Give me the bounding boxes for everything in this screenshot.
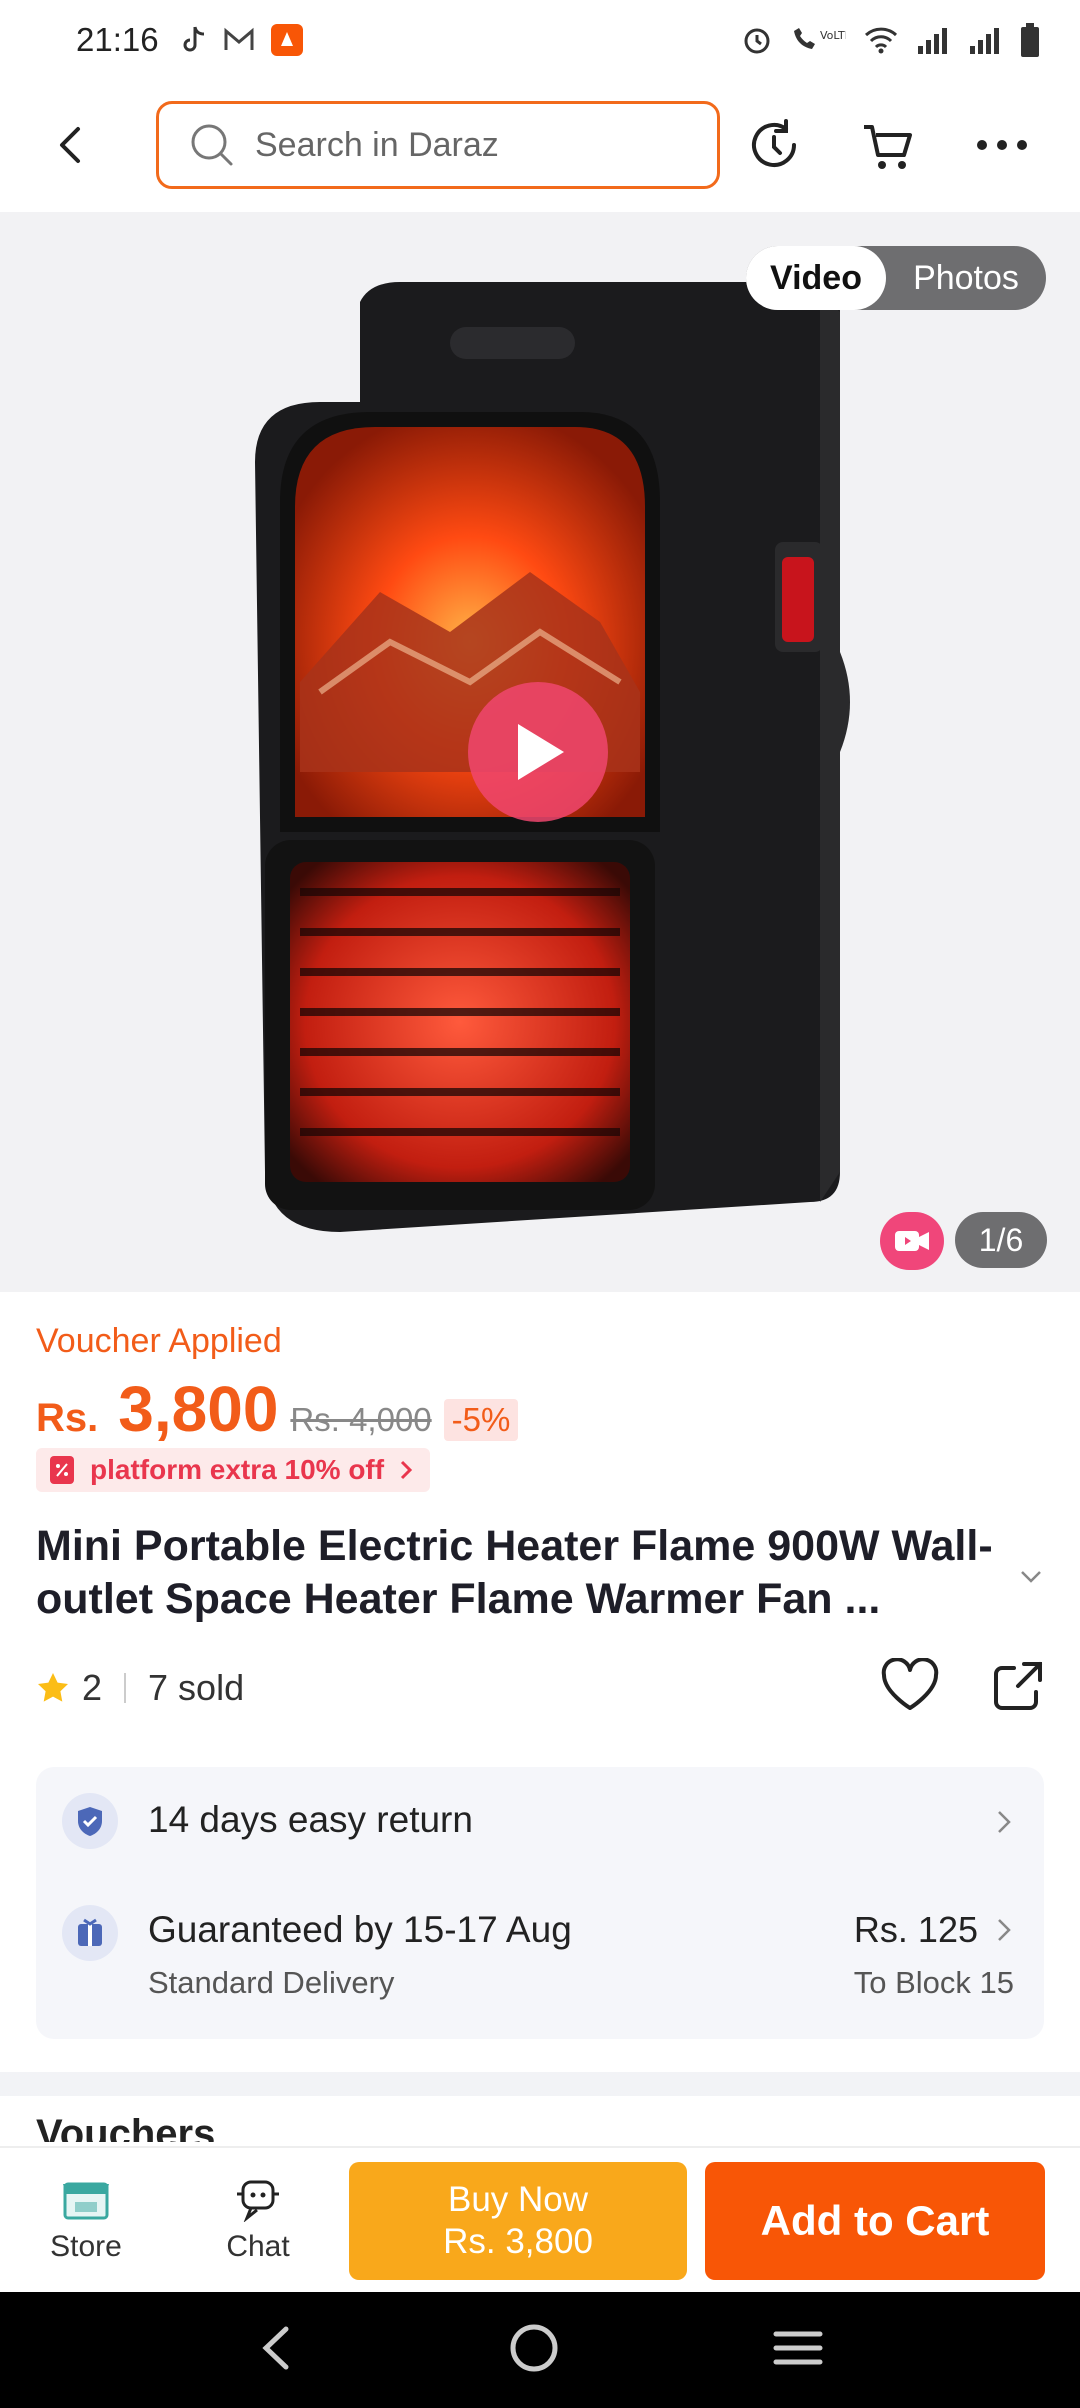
tiktok-icon	[181, 25, 207, 55]
delivery-fee: Rs. 125	[853, 1909, 978, 1950]
platform-promo-tag[interactable]: platform extra 10% off	[36, 1448, 431, 1492]
status-bar: 21:16 VoLTE	[0, 0, 1080, 80]
cart-button[interactable]	[856, 113, 920, 177]
gmail-icon	[223, 27, 255, 53]
price-row: Rs. 3,800 Rs. 4,000 -5%	[36, 1372, 519, 1446]
buy-now-button[interactable]: Buy Now Rs. 3,800	[349, 2162, 687, 2280]
back-arrow-icon	[60, 127, 80, 163]
chat-icon	[237, 2180, 279, 2222]
rating-value[interactable]: 2	[82, 1667, 102, 1709]
share-button[interactable]	[990, 1658, 1046, 1719]
daraz-app-icon	[270, 24, 303, 56]
search-icon	[191, 124, 233, 166]
home-icon	[510, 2324, 558, 2371]
add-to-cart-button[interactable]: Add to Cart	[705, 2162, 1045, 2280]
section-divider	[0, 2072, 1080, 2096]
service-card: 14 days easy return Guaranteed by 15-17 …	[36, 1767, 1044, 2039]
chevron-down-icon	[1021, 1571, 1041, 1583]
buy-now-price: Rs. 3,800	[443, 2222, 593, 2261]
store-button[interactable]: Store	[0, 2176, 172, 2264]
chevron-right-icon	[401, 1460, 413, 1480]
back-icon	[262, 2326, 289, 2369]
vouchers-section-title: Vouchers	[36, 2112, 216, 2142]
battery-icon	[1020, 23, 1040, 57]
product-gallery[interactable]: Video Photos 1/6	[0, 212, 1080, 1292]
product-title: Mini Portable Electric Heater Flame 900W…	[36, 1522, 993, 1623]
call-volte-icon: VoLTE	[790, 25, 846, 55]
play-icon	[518, 724, 564, 780]
video-camera-icon	[895, 1231, 929, 1251]
delivery-type: Standard Delivery	[148, 1965, 395, 2000]
play-video-button[interactable]	[468, 682, 608, 822]
heart-icon	[881, 1656, 939, 1710]
delivery-row[interactable]: Guaranteed by 15-17 Aug Standard Deliver…	[36, 1905, 1044, 2001]
rating-row: 2 7 sold	[36, 1656, 1046, 1720]
share-icon	[994, 1661, 1042, 1710]
wifi-icon	[864, 26, 898, 54]
tab-video[interactable]: Video	[746, 246, 886, 310]
top-nav	[0, 80, 1080, 210]
original-price: Rs. 4,000	[290, 1401, 432, 1438]
chat-label: Chat	[226, 2230, 290, 2263]
bottom-action-bar: Store Chat Buy Now Rs. 3,800 Add to Cart	[0, 2146, 1080, 2292]
search-input[interactable]	[255, 125, 675, 165]
search-box[interactable]	[156, 101, 720, 189]
system-recents-button[interactable]	[772, 2328, 824, 2373]
back-button[interactable]	[36, 110, 106, 180]
return-policy-row[interactable]: 14 days easy return	[36, 1793, 1044, 1849]
shield-check-icon	[62, 1793, 118, 1849]
divider	[124, 1673, 127, 1703]
expand-title-button[interactable]	[1016, 1562, 1046, 1592]
store-label: Store	[50, 2230, 122, 2263]
promo-text: platform extra 10% off	[90, 1454, 385, 1485]
buy-now-label: Buy Now	[447, 2180, 589, 2219]
tab-photos[interactable]: Photos	[886, 246, 1046, 310]
more-options-button[interactable]	[970, 113, 1034, 177]
system-back-button[interactable]	[256, 2323, 296, 2378]
package-icon	[62, 1905, 118, 1961]
store-icon	[63, 2182, 109, 2220]
status-time: 21:16	[76, 21, 159, 58]
notification-icons	[181, 24, 303, 56]
signal-icon	[916, 26, 950, 54]
system-nav-bar	[0, 2292, 1080, 2408]
system-status-icons: VoLTE	[742, 23, 1040, 57]
wishlist-button[interactable]	[880, 1656, 940, 1719]
alarm-icon	[742, 25, 772, 55]
menu-icon	[773, 2331, 823, 2364]
star-icon	[38, 1673, 68, 1702]
svg-text:VoLTE: VoLTE	[820, 29, 846, 42]
voucher-icon	[50, 1456, 74, 1484]
media-toggle: Video Photos	[746, 246, 1046, 310]
signal-icon	[968, 26, 1002, 54]
return-policy-text: 14 days easy return	[148, 1799, 473, 1840]
share-refresh-button[interactable]	[742, 113, 806, 177]
chevron-right-icon	[998, 1919, 1011, 1941]
video-badge[interactable]	[880, 1212, 944, 1270]
cart-icon	[864, 125, 912, 169]
chat-button[interactable]: Chat	[172, 2176, 344, 2264]
chevron-right-icon	[994, 1807, 1014, 1842]
more-icon	[977, 140, 1027, 150]
delivery-destination: To Block 15	[853, 1965, 1014, 2000]
delivery-guarantee: Guaranteed by 15-17 Aug	[148, 1909, 572, 1950]
price-currency: Rs.	[36, 1396, 99, 1440]
system-home-button[interactable]	[508, 2322, 560, 2379]
sold-count: 7 sold	[148, 1667, 245, 1708]
discount-badge: -5%	[443, 1399, 519, 1441]
current-price: 3,800	[118, 1373, 279, 1445]
image-counter: 1/6	[955, 1212, 1047, 1268]
voucher-applied-label: Voucher Applied	[36, 1322, 282, 1360]
refresh-icon	[752, 119, 796, 167]
